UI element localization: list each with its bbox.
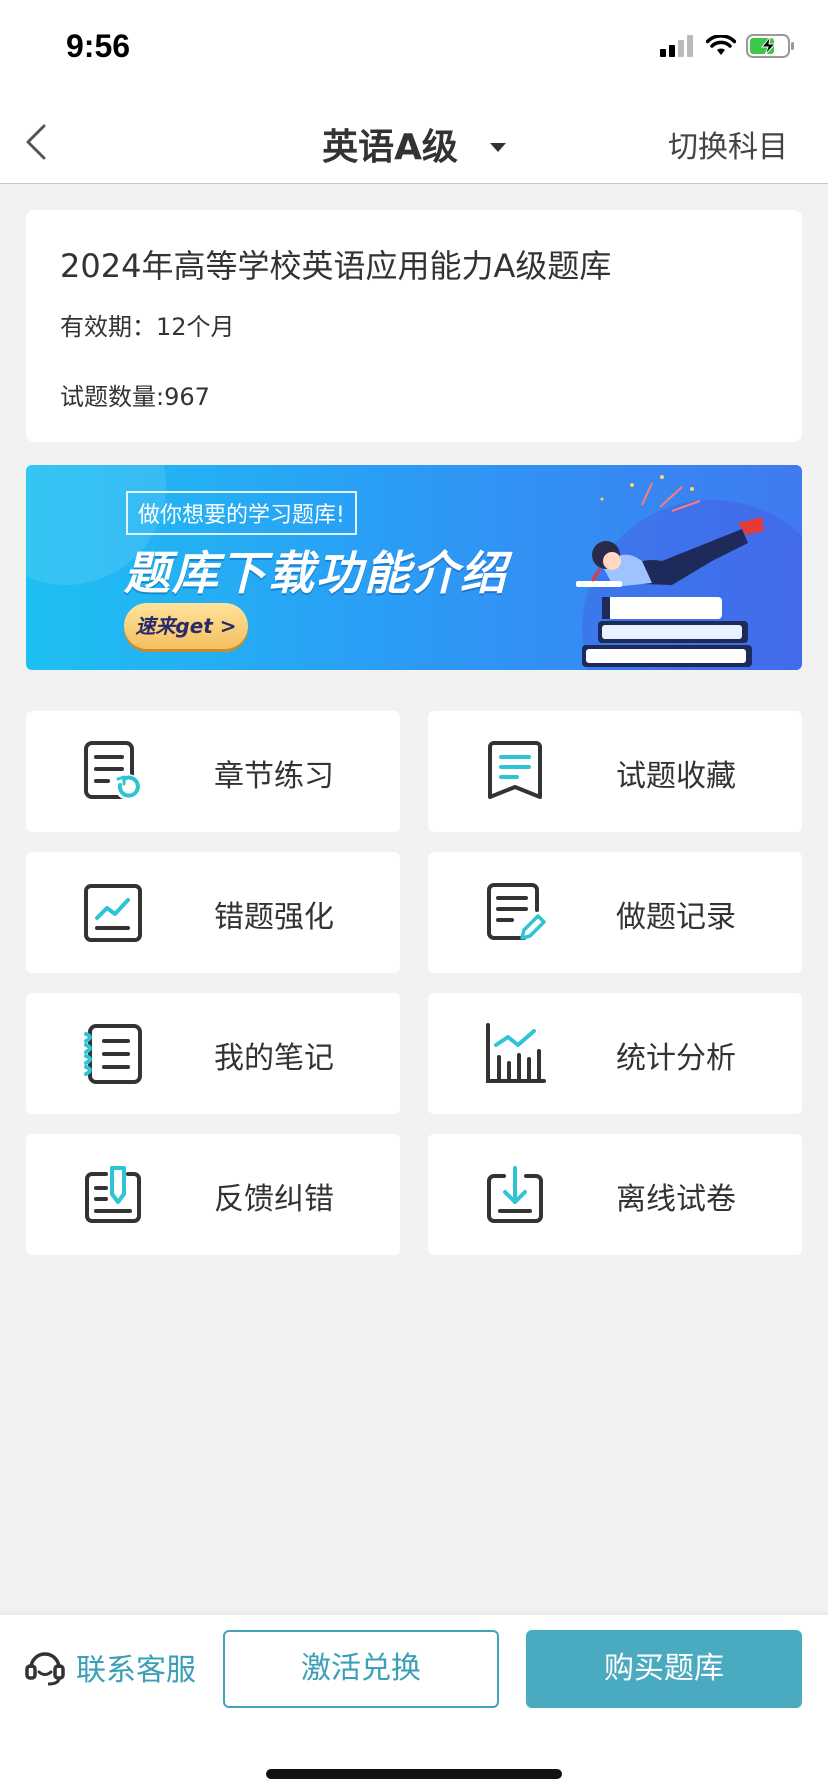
menu-tile-feedback[interactable]: 反馈纠错 <box>26 1134 400 1255</box>
bottom-action-bar: 联系客服 激活兑换 购买题库 <box>0 1615 828 1723</box>
feedback-icon <box>85 1166 141 1223</box>
question-bank-info-card: 2024年高等学校英语应用能力A级题库 有效期：12个月 试题数量:967 <box>26 210 802 442</box>
buy-question-bank-button[interactable]: 购买题库 <box>526 1630 802 1708</box>
signal-icon <box>660 35 693 57</box>
question-count: 试题数量:967 <box>60 383 210 411</box>
activate-redeem-button[interactable]: 激活兑换 <box>223 1630 499 1708</box>
menu-label: 做题记录 <box>616 900 736 935</box>
record-edit-icon <box>487 883 546 940</box>
menu-tile-practice-record[interactable]: 做题记录 <box>428 852 802 973</box>
menu-label: 反馈纠错 <box>214 1182 334 1217</box>
menu-tile-statistics[interactable]: 统计分析 <box>428 993 802 1114</box>
menu-label: 试题收藏 <box>616 759 736 794</box>
validity-period: 有效期：12个月 <box>60 313 235 341</box>
menu-tile-wrong-questions[interactable]: 错题强化 <box>26 852 400 973</box>
bookmark-icon <box>488 741 542 799</box>
menu-tile-question-favorites[interactable]: 试题收藏 <box>428 711 802 832</box>
student-reading-illustration <box>576 475 764 667</box>
menu-label: 离线试卷 <box>616 1182 736 1217</box>
menu-tile-my-notes[interactable]: 我的笔记 <box>26 993 400 1114</box>
menu-tile-chapter-practice[interactable]: 章节练习 <box>26 711 400 832</box>
status-bar: 9:56 <box>0 0 828 100</box>
status-time: 9:56 <box>66 28 131 64</box>
home-indicator-area <box>0 1723 828 1792</box>
wrong-question-chart-icon <box>84 884 142 942</box>
battery-icon <box>746 34 794 58</box>
statistics-chart-icon <box>486 1023 546 1083</box>
status-icons <box>660 34 796 58</box>
home-indicator[interactable] <box>266 1769 562 1779</box>
wifi-icon <box>706 35 736 55</box>
banner-title: 题库下载功能介绍 <box>124 546 508 600</box>
notebook-icon <box>84 1024 142 1084</box>
customer-service-button[interactable]: 联系客服 <box>24 1645 196 1689</box>
customer-service-label: 联系客服 <box>76 1653 196 1688</box>
menu-label: 章节练习 <box>214 759 334 794</box>
banner-get-button[interactable]: 速来get > <box>124 603 248 649</box>
page-title: 英语A级 <box>322 127 458 168</box>
nav-bar: 英语A级 切换科目 <box>0 100 828 184</box>
headset-icon <box>25 1652 65 1686</box>
banner-tagline: 做你想要的学习题库! <box>126 491 357 535</box>
caret-down-icon <box>489 142 506 152</box>
question-bank-title: 2024年高等学校英语应用能力A级题库 <box>60 247 612 285</box>
chapter-practice-icon <box>84 741 141 800</box>
promo-banner[interactable]: 做你想要的学习题库! 题库下载功能介绍 速来get > <box>26 465 802 670</box>
menu-label: 统计分析 <box>616 1041 736 1076</box>
download-icon <box>487 1166 543 1223</box>
switch-subject-button[interactable]: 切换科目 <box>668 122 788 166</box>
menu-label: 我的笔记 <box>214 1041 334 1076</box>
menu-tile-offline-papers[interactable]: 离线试卷 <box>428 1134 802 1255</box>
menu-label: 错题强化 <box>214 900 334 935</box>
